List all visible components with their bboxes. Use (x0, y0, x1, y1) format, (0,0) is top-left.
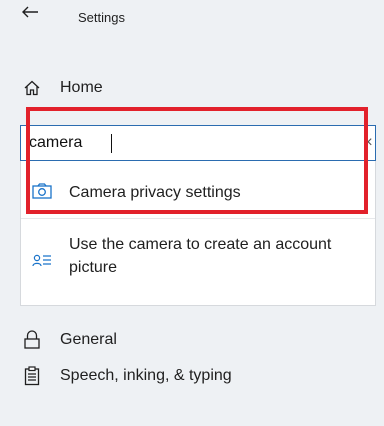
nav-item-label: General (60, 331, 117, 348)
nav-item-general[interactable]: General (0, 320, 384, 360)
search-box[interactable]: × (20, 125, 376, 161)
nav-item-speech[interactable]: Speech, inking, & typing (0, 356, 384, 396)
clipboard-icon (22, 366, 42, 386)
camera-icon (31, 180, 53, 202)
back-arrow-icon (22, 6, 38, 18)
search-input[interactable] (21, 126, 351, 160)
divider (21, 218, 375, 219)
result-label: Use the camera to create an account pict… (69, 236, 332, 276)
result-label: Camera privacy settings (69, 184, 241, 201)
account-picture-icon (31, 249, 53, 271)
text-caret (111, 134, 112, 153)
search-result-camera-privacy[interactable]: Camera privacy settings (21, 171, 375, 211)
title-bar: Settings (0, 0, 384, 34)
back-button[interactable] (18, 0, 42, 24)
search-result-account-picture[interactable]: Use the camera to create an account pict… (21, 229, 375, 289)
lock-icon (22, 330, 42, 350)
window-title: Settings (78, 10, 125, 25)
search-results-dropdown: Camera privacy settings Use the camera t… (20, 161, 376, 306)
nav-item-home[interactable]: Home (0, 68, 384, 108)
clear-search-button[interactable]: × (361, 134, 375, 152)
nav-item-label: Speech, inking, & typing (60, 367, 232, 384)
nav-item-label: Home (60, 79, 103, 96)
home-icon (22, 78, 42, 98)
